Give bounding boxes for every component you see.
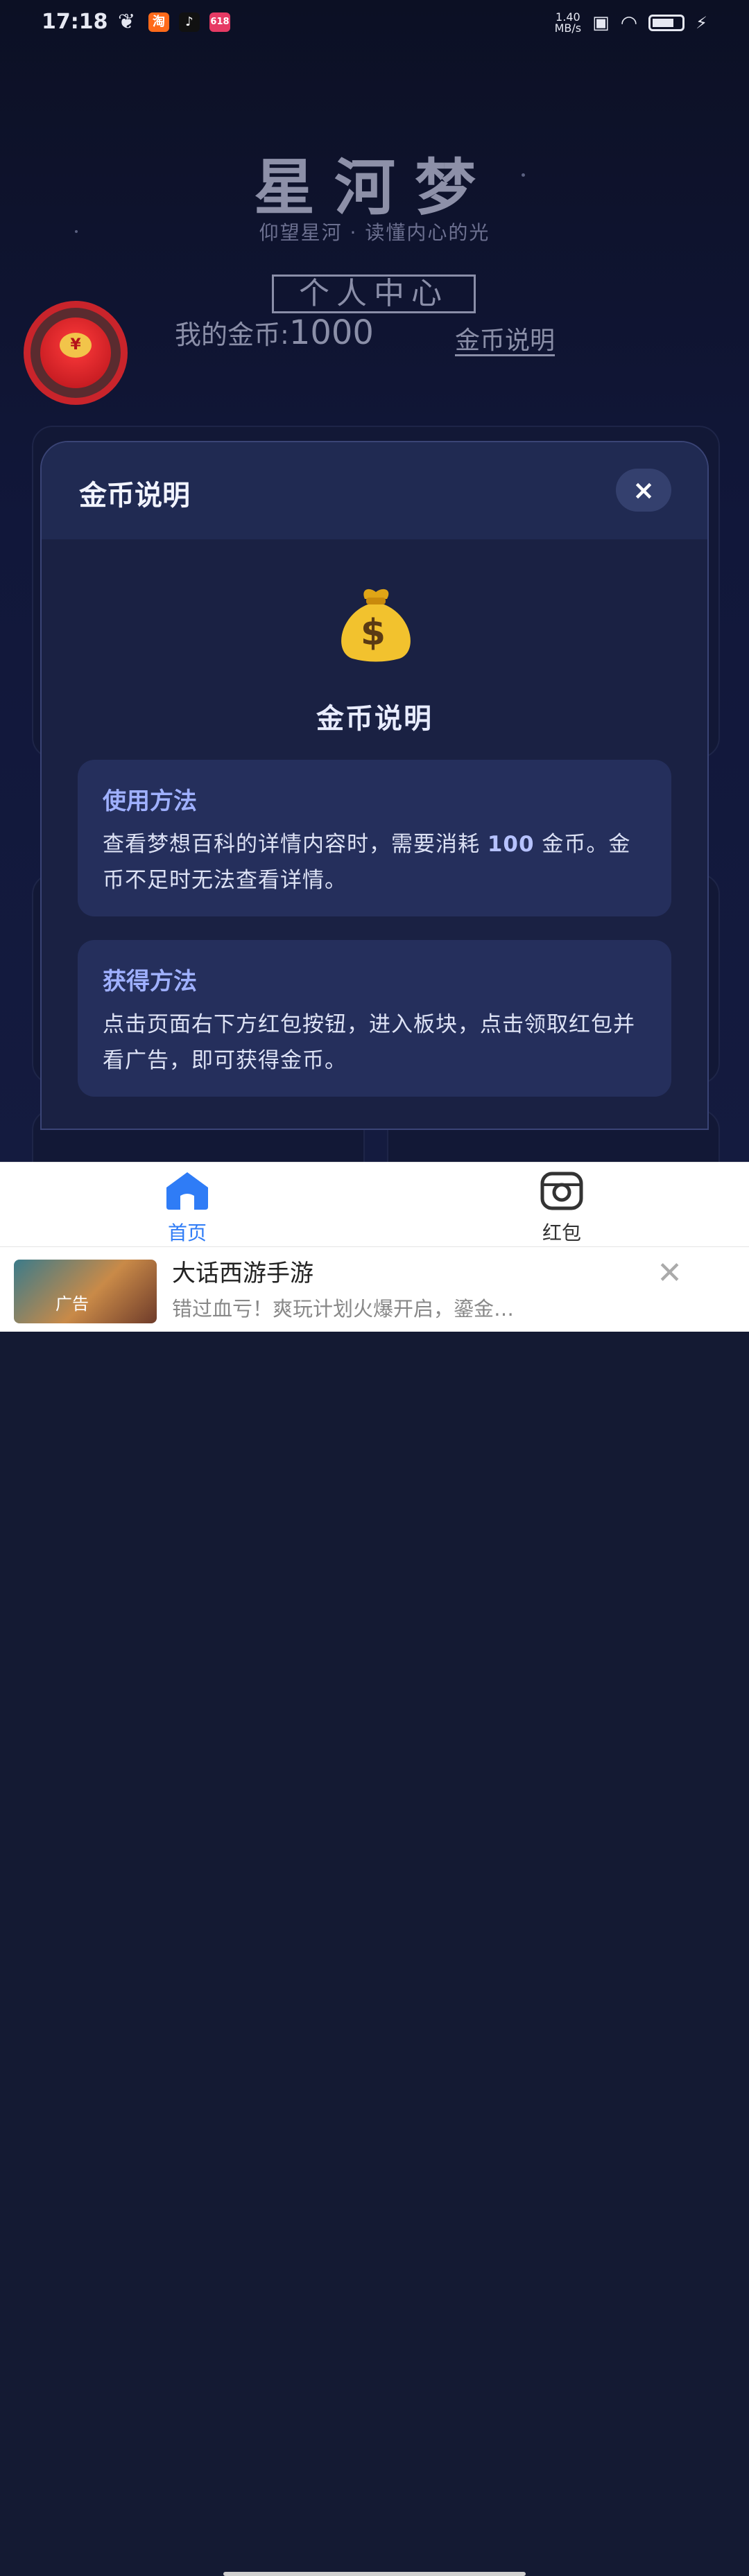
brand-subtitle: 仰望星河 · 读懂内心的光 (259, 221, 490, 244)
coins-label: 我的金币: (175, 320, 289, 350)
modal-header: 金币说明 × (42, 442, 707, 541)
bottom-tab-bar: 首页 红包 (0, 1162, 749, 1247)
close-button[interactable]: × (616, 469, 671, 512)
tab-redpacket[interactable]: 红包 (492, 1171, 631, 1247)
ad-close-icon[interactable]: ✕ (657, 1255, 682, 1291)
tab-redpacket-label: 红包 (542, 1221, 581, 1244)
usage-cost-highlight: 100 (487, 832, 535, 857)
redpacket-icon: ¥ (40, 317, 111, 388)
usage-text-before: 查看梦想百科的详情内容时，需要消耗 (103, 832, 488, 857)
status-bar: 17:18 ❦ 淘 ♪ 618 1.40 MB/s ▣ ◠ ⚡ (0, 0, 749, 44)
redpacket-button[interactable]: ¥ (24, 301, 128, 405)
brand-title: 星河梦 (253, 152, 495, 223)
earn-card: 获得方法 点击页面右下方红包按钮，进入板块，点击领取红包并看广告，即可获得金币。 (78, 940, 671, 1097)
net-speed: 1.40 MB/s (554, 11, 582, 35)
618-app-icon: 618 (209, 12, 230, 32)
tiktok-app-icon: ♪ (179, 12, 200, 32)
coins-explain-link[interactable]: 金币说明 (455, 320, 555, 356)
home-indicator (223, 2572, 526, 2576)
modal-title: 金币说明 (79, 480, 190, 512)
coins-value: 1000 (289, 313, 374, 352)
taobao-app-icon: 淘 (148, 12, 169, 32)
nfc-icon: ▣ (592, 12, 610, 33)
usage-title: 使用方法 (103, 787, 197, 815)
net-speed-unit: MB/s (554, 21, 582, 35)
leaf-icon: ❦ (118, 10, 136, 34)
ad-label: 广告 (55, 1294, 89, 1314)
earn-text: 点击页面右下方红包按钮，进入板块，点击领取红包并看广告，即可获得金币。 (103, 1012, 635, 1073)
usage-text: 查看梦想百科的详情内容时，需要消耗 100 金币。金币不足时无法查看详情。 (103, 826, 651, 898)
ad-thumbnail[interactable]: 广告 (14, 1260, 157, 1323)
ad-banner[interactable]: 广告 大话西游手游 错过血亏！爽玩计划火爆开启，鎏金… ✕ (0, 1246, 749, 2576)
app-screen: 17:18 ❦ 淘 ♪ 618 1.40 MB/s ▣ ◠ ⚡ 星河梦 仰望星河… (0, 0, 749, 1162)
svg-text:$: $ (361, 612, 386, 654)
home-icon (166, 1172, 208, 1210)
profile-center-label: 个人中心 (272, 275, 476, 313)
modal-body: $ 金币说明 使用方法 查看梦想百科的详情内容时，需要消耗 100 金币。金币不… (42, 539, 707, 1129)
modal-body-heading: 金币说明 (316, 703, 433, 735)
yuan-coin-icon: ¥ (60, 333, 92, 358)
my-coins: 我的金币:1000 (175, 313, 374, 352)
money-bag-icon: $ (341, 589, 411, 662)
camera-icon (540, 1172, 583, 1210)
usage-card: 使用方法 查看梦想百科的详情内容时，需要消耗 100 金币。金币不足时无法查看详… (78, 760, 671, 916)
status-indicators: 1.40 MB/s ▣ ◠ ⚡ (555, 11, 707, 34)
tab-home[interactable]: 首页 (118, 1171, 257, 1247)
tab-home-label: 首页 (167, 1221, 207, 1244)
coins-explain-modal: 金币说明 × $ 金币说明 使用方法 查看梦想百科的详情内容时，需要消耗 100… (40, 441, 709, 1130)
earn-title: 获得方法 (103, 968, 197, 995)
wifi-icon: ◠ (620, 11, 638, 34)
status-time: 17:18 (42, 10, 108, 34)
charging-icon: ⚡ (696, 12, 707, 33)
ad-title[interactable]: 大话西游手游 (172, 1254, 313, 1288)
battery-icon (648, 14, 685, 31)
ad-description[interactable]: 错过血亏！爽玩计划火爆开启，鎏金… (172, 1293, 602, 1322)
